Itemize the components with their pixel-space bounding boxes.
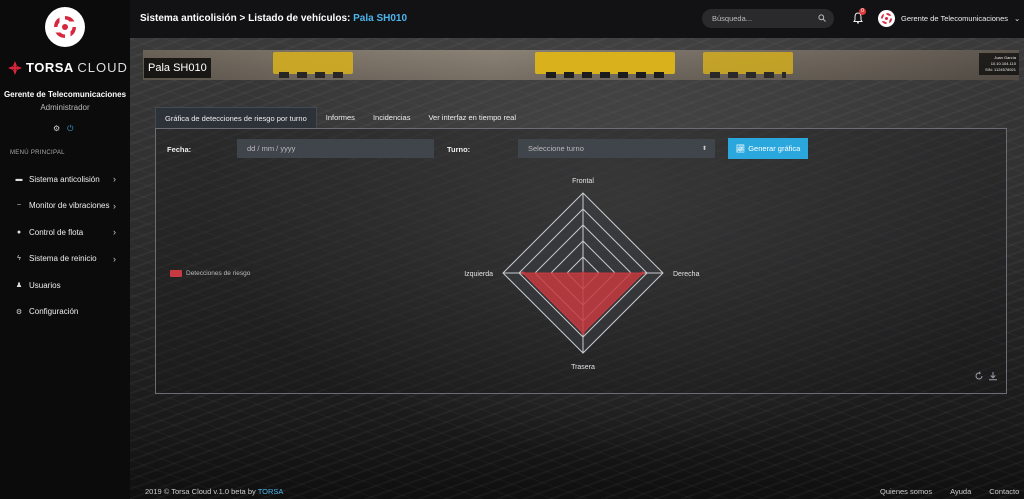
brand: TORSA CLOUD xyxy=(8,60,128,75)
brand-light: CLOUD xyxy=(77,60,128,75)
settings-icon[interactable]: ⚙ xyxy=(53,124,60,134)
notification-badge: 0 xyxy=(859,8,866,15)
radar-axis-label: Trasera xyxy=(571,364,595,371)
chevron-right-icon: › xyxy=(113,253,116,264)
radar-axis-label: Derecha xyxy=(673,271,700,278)
shift-select-value: Seleccione turno xyxy=(528,144,584,153)
sidebar-item-anticollision[interactable]: ▬ Sistema anticolisión › xyxy=(0,166,130,193)
breadcrumb: Sistema anticolisión > Listado de vehícu… xyxy=(140,13,407,24)
operator-info: Juan García 10.10.104.110 S/N: 112457892… xyxy=(979,53,1019,75)
breadcrumb-current: Pala SH010 xyxy=(353,13,408,24)
footer-copyright: 2019 © Torsa Cloud v.1.0 beta by TORSA xyxy=(145,487,283,496)
power-icon[interactable]: ⏻ xyxy=(67,124,73,134)
footer-link-about[interactable]: Quienes somos xyxy=(880,487,932,496)
user-menu-label: Gerente de Telecomunicaciones xyxy=(901,14,1009,23)
radar-point[interactable] xyxy=(641,271,645,275)
legend-swatch xyxy=(170,270,182,277)
sidebar-item-settings[interactable]: ⚙ Configuración xyxy=(0,299,130,326)
sidebar-item-label: Sistema anticolisión xyxy=(29,174,100,184)
footer-brand-link[interactable]: TORSA xyxy=(258,487,284,496)
tab-incidents[interactable]: Incidencias xyxy=(364,107,420,128)
torsa-logo-icon xyxy=(881,13,892,24)
map-pin-icon: ● xyxy=(16,228,22,236)
sidebar-item-fleet[interactable]: ● Control de flota › xyxy=(0,219,130,246)
torsa-logo-icon xyxy=(54,16,76,38)
truck-image xyxy=(703,52,793,78)
sidebar-item-users[interactable]: ♟ Usuarios xyxy=(0,272,130,299)
breadcrumb-path[interactable]: Sistema anticolisión > Listado de vehícu… xyxy=(140,13,350,24)
search-icon[interactable] xyxy=(818,14,826,22)
vehicle-banner xyxy=(143,50,1019,80)
chart-legend[interactable]: Detecciones de riesgo xyxy=(170,270,250,277)
copyright-text: 2019 © Torsa Cloud v.1.0 beta by xyxy=(145,487,256,496)
legend-label: Detecciones de riesgo xyxy=(186,270,251,277)
avatar xyxy=(878,10,895,27)
sidebar-item-label: Configuración xyxy=(29,307,79,317)
shift-select[interactable]: Seleccione turno ⬍ xyxy=(518,139,715,158)
chevron-right-icon: › xyxy=(113,227,116,238)
shift-label: Turno: xyxy=(447,145,471,154)
tab-realtime[interactable]: Ver interfaz en tiempo real xyxy=(419,107,525,128)
torsa-logo[interactable] xyxy=(45,7,85,47)
brand-name: TORSA CLOUD xyxy=(26,60,128,75)
radar-chart: Frontal Derecha Trasera Izquierda xyxy=(464,178,700,371)
chevron-right-icon: › xyxy=(113,200,116,211)
gear-icon: ⚙ xyxy=(15,308,23,316)
refresh-icon[interactable] xyxy=(974,371,984,381)
chevron-right-icon: › xyxy=(113,174,116,185)
wave-icon: ~ xyxy=(16,202,22,210)
menu-title: MENÚ PRINCIPAL xyxy=(10,150,65,156)
sidebar-item-label: Usuarios xyxy=(29,280,61,290)
date-field[interactable]: dd / mm / yyyy xyxy=(237,139,434,158)
radar-axis-label: Frontal xyxy=(572,178,594,185)
sidebar: TORSA CLOUD Gerente de Telecomunicacione… xyxy=(0,0,130,499)
bolt-icon: ϟ xyxy=(17,255,21,263)
tab-risk-chart[interactable]: Gráfica de detecciones de riesgo por tur… xyxy=(155,107,317,128)
select-caret-icon: ⬍ xyxy=(701,146,707,152)
radar-point[interactable] xyxy=(581,271,585,275)
user-role: Administrador xyxy=(40,103,90,112)
sidebar-item-label: Monitor de vibraciones xyxy=(29,201,110,211)
generate-chart-button[interactable]: 📈︎ Generar gráfica xyxy=(728,138,808,159)
footer-links: Quienes somos Ayuda Contacto xyxy=(880,487,1019,496)
sidebar-item-vibrations[interactable]: ~ Monitor de vibraciones › xyxy=(0,193,130,220)
radar-axis-label: Izquierda xyxy=(464,271,493,278)
vehicle-serial: S/N: 1124578921 xyxy=(985,67,1016,72)
chevron-down-icon: ⌄ xyxy=(1014,14,1021,23)
truck-image xyxy=(273,52,353,78)
footer-link-contact[interactable]: Contacto xyxy=(989,487,1019,496)
download-icon[interactable] xyxy=(988,371,998,381)
sidebar-item-label: Sistema de reinicio xyxy=(29,254,97,264)
sidebar-item-reboot[interactable]: ϟ Sistema de reinicio › xyxy=(0,246,130,273)
footer-link-help[interactable]: Ayuda xyxy=(950,487,971,496)
user-icon: ♟ xyxy=(15,282,23,290)
vehicle-title: Pala SH010 xyxy=(144,58,211,78)
top-bar: Sistema anticolisión > Listado de vehícu… xyxy=(130,0,1024,38)
torsa-mark-icon xyxy=(8,60,22,75)
tab-reports[interactable]: Informes xyxy=(317,107,364,128)
main-menu: ▬ Sistema anticolisión › ~ Monitor de vi… xyxy=(0,166,130,325)
sidebar-item-label: Control de flota xyxy=(29,227,84,237)
generate-chart-label: Generar gráfica xyxy=(748,144,801,153)
line-chart-icon: 📈︎ xyxy=(735,144,746,153)
radar-point[interactable] xyxy=(521,271,525,275)
truck-icon: ▬ xyxy=(15,175,23,183)
user-name: Gerente de Telecomunicaciones xyxy=(3,90,127,99)
user-actions: ⚙ ⏻ xyxy=(53,124,74,134)
tab-bar: Gráfica de detecciones de riesgo por tur… xyxy=(155,107,525,128)
radar-point[interactable] xyxy=(581,331,585,335)
user-menu[interactable]: Gerente de Telecomunicaciones ⌄ xyxy=(878,10,1020,27)
search-input[interactable]: Búsqueda... xyxy=(702,9,834,28)
brand-bold: TORSA xyxy=(26,60,74,75)
date-label: Fecha: xyxy=(167,145,192,154)
truck-image xyxy=(535,52,675,78)
